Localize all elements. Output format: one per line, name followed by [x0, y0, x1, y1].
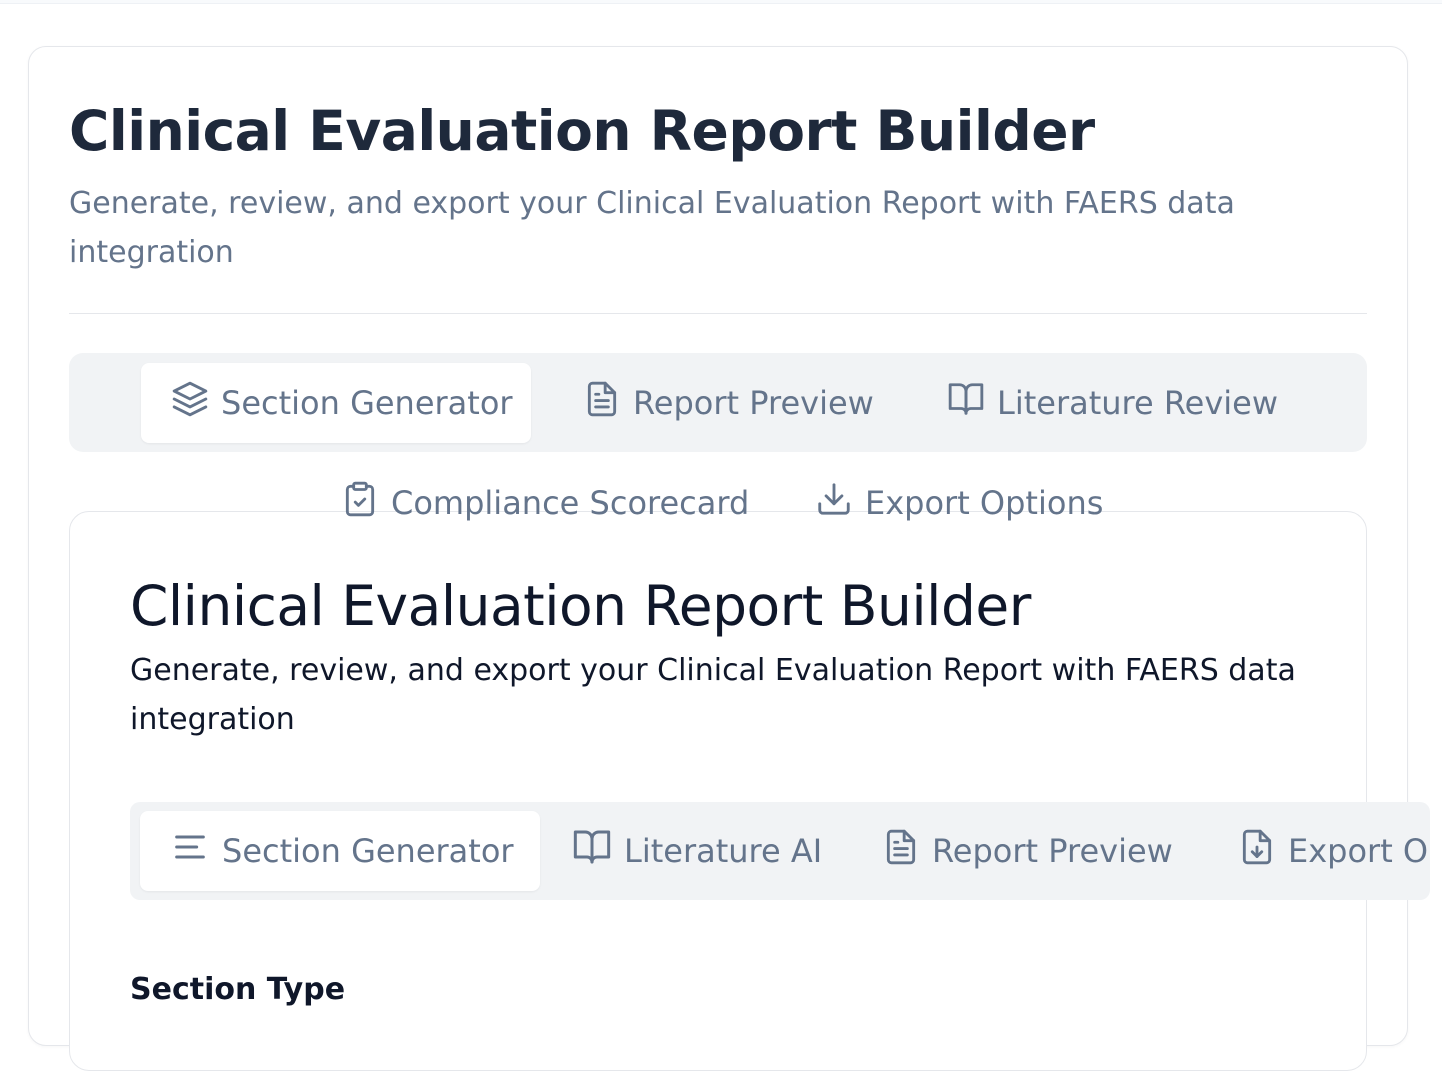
page-subtitle: Generate, review, and export your Clinic… — [69, 186, 1235, 270]
tab-literature-ai[interactable]: Literature AI — [542, 811, 852, 891]
tab-label: Export Options — [865, 484, 1104, 522]
page-title: Clinical Evaluation Report Builder — [69, 99, 1095, 163]
clipboard-check-icon — [341, 480, 379, 526]
tab-label: Report Preview — [932, 832, 1173, 870]
main-tabbar: Section Generator Report Preview Literat… — [69, 353, 1367, 452]
tab-report-preview[interactable]: Report Preview — [852, 811, 1203, 891]
section-type-label: Section Type — [130, 972, 346, 1007]
panel-subtitle: Generate, review, and export your Clinic… — [130, 653, 1296, 737]
file-text-icon — [882, 828, 920, 874]
book-open-icon — [572, 827, 612, 875]
layers-icon — [171, 380, 209, 426]
panel-title: Clinical Evaluation Report Builder — [130, 574, 1031, 638]
panel-tabbar: Section Generator Literature AI Report P… — [130, 802, 1430, 900]
tab-label: Literature Review — [997, 384, 1279, 422]
download-icon — [815, 480, 853, 526]
main-tabbar-wrapped-row: Compliance Scorecard Export Options — [29, 47, 1409, 522]
tab-literature-review[interactable]: Literature Review — [917, 363, 1308, 443]
tab-label: Export Options — [1288, 832, 1430, 870]
file-download-icon — [1238, 828, 1276, 874]
file-text-icon — [583, 380, 621, 426]
book-open-icon — [947, 380, 985, 426]
tab-compliance-scorecard[interactable]: Compliance Scorecard — [311, 477, 779, 529]
tab-export-options[interactable]: Export Options — [785, 477, 1133, 529]
tab-section-generator[interactable]: Section Generator — [141, 363, 531, 443]
report-builder-card: Clinical Evaluation Report Builder Gener… — [28, 46, 1430, 1071]
tab-label: Compliance Scorecard — [391, 484, 750, 522]
tab-export-options[interactable]: Export Options — [1208, 811, 1430, 891]
header-divider — [69, 313, 1367, 314]
tab-label: Literature AI — [624, 832, 823, 870]
align-left-icon — [170, 827, 210, 875]
tab-label: Section Generator — [222, 832, 514, 870]
tab-label: Section Generator — [221, 384, 513, 422]
tab-report-preview[interactable]: Report Preview — [553, 363, 904, 443]
tab-label: Report Preview — [633, 384, 874, 422]
top-strip — [0, 0, 1442, 4]
cer-builder-panel: Clinical Evaluation Report Builder Gener… — [69, 511, 1430, 1071]
tab-section-generator[interactable]: Section Generator — [140, 811, 540, 891]
